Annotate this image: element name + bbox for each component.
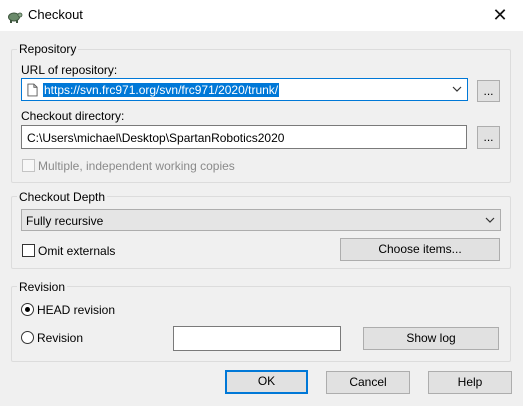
checkout-directory-label: Checkout directory: [21,109,125,123]
window-title: Checkout [28,7,83,22]
url-browse-label: ... [483,84,494,98]
revision-label: Revision [37,331,84,345]
checkout-directory-value: C:\Users\michael\Desktop\SpartanRobotics… [27,131,285,145]
cancel-button[interactable]: Cancel [326,371,410,394]
chevron-down-icon [485,217,495,223]
omit-externals-checkbox[interactable] [22,244,35,257]
chevron-down-icon[interactable] [451,83,463,95]
revision-radio[interactable] [21,331,34,344]
checkout-directory-input[interactable]: C:\Users\michael\Desktop\SpartanRobotics… [21,125,467,149]
title-bar: Checkout ✕ [0,0,523,31]
close-icon: ✕ [492,5,508,25]
show-log-label: Show log [406,331,456,345]
head-revision-radio[interactable] [21,303,34,316]
multiple-working-copies-label: Multiple, independent working copies [38,159,235,173]
choose-items-label: Choose items... [378,242,462,256]
radio-selected-dot [25,307,30,312]
checkout-depth-select[interactable]: Fully recursive [21,209,501,231]
cancel-label: Cancel [349,375,387,389]
head-revision-label: HEAD revision [37,303,116,317]
close-button[interactable]: ✕ [487,4,513,26]
help-label: Help [457,375,483,389]
tortoise-icon [8,12,23,23]
choose-items-button[interactable]: Choose items... [340,238,500,261]
help-button[interactable]: Help [428,371,512,394]
url-combo[interactable]: https://svn.frc971.org/svn/frc971/2020/t… [21,78,468,101]
repository-group-label: Repository [17,42,79,56]
revision-group-label: Revision [17,280,68,294]
url-label: URL of repository: [21,63,118,77]
ok-label: OK [257,374,276,388]
directory-browse-button[interactable]: ... [477,126,500,149]
checkout-depth-group-label: Checkout Depth [17,190,108,204]
revision-input[interactable] [173,326,341,351]
document-icon [27,83,38,97]
checkout-depth-selected: Fully recursive [26,214,104,228]
directory-browse-label: ... [483,130,494,144]
url-value: https://svn.frc971.org/svn/frc971/2020/t… [43,83,280,97]
show-log-button[interactable]: Show log [363,327,499,350]
ok-button[interactable]: OK [225,370,308,394]
multiple-working-copies-checkbox[interactable] [22,159,35,172]
url-browse-button[interactable]: ... [477,80,500,102]
omit-externals-label: Omit externals [38,244,116,258]
